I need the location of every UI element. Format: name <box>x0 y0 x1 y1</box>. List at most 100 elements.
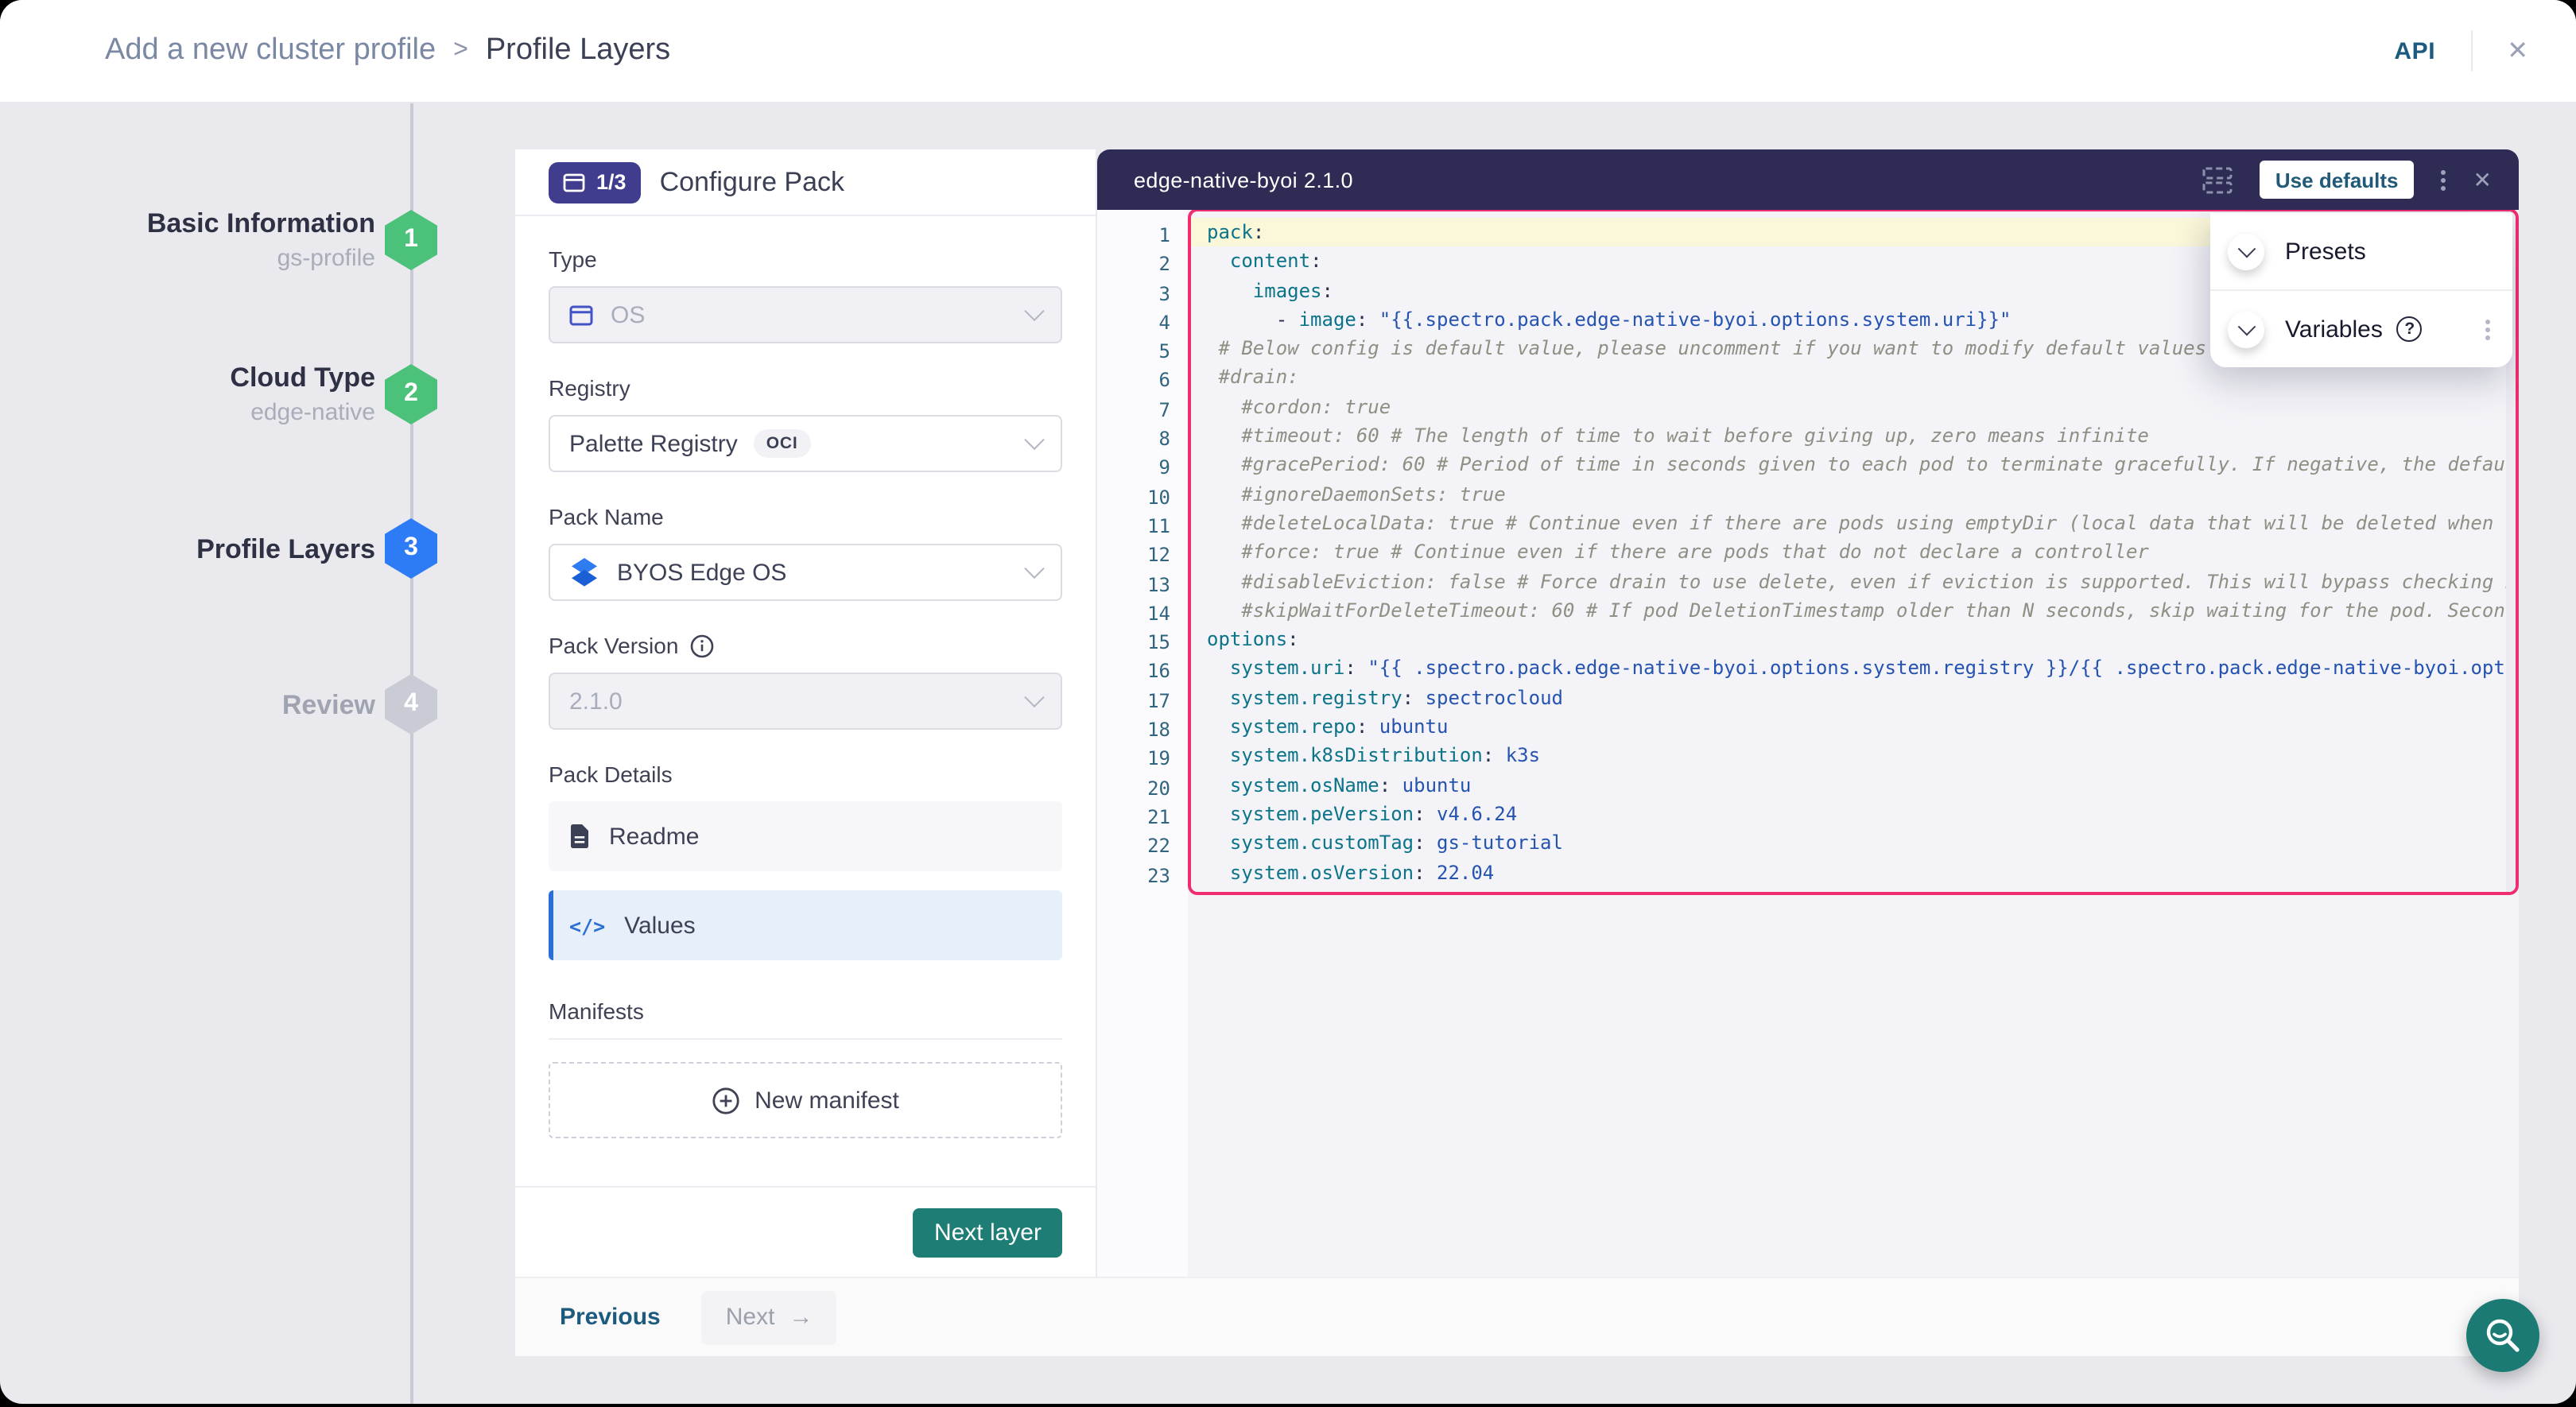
line-number: 13 <box>1097 570 1188 599</box>
code-line[interactable]: system.repo: ubuntu <box>1191 712 2516 742</box>
editor-header: edge-native-byoi 2.1.0 Use defaults ✕ <box>1097 149 2519 210</box>
step-label: Basic Information <box>147 205 375 242</box>
values-tab[interactable]: </> Values <box>549 890 1062 960</box>
api-link[interactable]: API <box>2394 37 2435 64</box>
use-defaults-button[interactable]: Use defaults <box>2260 161 2415 199</box>
stepper-line <box>410 103 413 1404</box>
editor-title: edge-native-byoi 2.1.0 <box>1134 168 1353 192</box>
help-question-icon[interactable]: ? <box>2397 316 2423 342</box>
type-label: Type <box>549 246 1062 272</box>
configure-pack-body: Type OS Registry Palette Registry OCI Pa… <box>515 216 1096 1186</box>
close-icon[interactable]: ✕ <box>2507 35 2528 67</box>
line-number: 1 <box>1097 221 1188 250</box>
line-number: 19 <box>1097 745 1188 774</box>
line-number: 8 <box>1097 424 1188 454</box>
search-fab[interactable] <box>2466 1299 2539 1372</box>
chevron-down-icon[interactable] <box>2228 233 2264 269</box>
pack-version-select[interactable]: 2.1.0 <box>549 672 1062 730</box>
pack-name-value: BYOS Edge OS <box>617 559 786 586</box>
code-line[interactable]: system.peVersion: v4.6.24 <box>1191 800 2516 829</box>
previous-button[interactable]: Previous <box>560 1304 661 1331</box>
line-number: 23 <box>1097 861 1188 890</box>
breadcrumb-parent[interactable]: Add a new cluster profile <box>105 33 436 68</box>
code-line[interactable]: #cordon: true <box>1191 393 2516 422</box>
pack-version-label: Pack Version <box>549 633 1062 658</box>
line-number: 11 <box>1097 512 1188 541</box>
code-line[interactable]: options: <box>1191 625 2516 654</box>
code-icon: </> <box>569 913 605 937</box>
breadcrumb-separator-icon: > <box>453 37 468 65</box>
code-line[interactable]: #timeout: 60 # The length of time to wai… <box>1191 421 2516 451</box>
line-number: 9 <box>1097 454 1188 483</box>
manifests-label: Manifests <box>549 998 1062 1024</box>
code-line[interactable]: #drain: <box>1191 363 2516 393</box>
next-button[interactable]: Next → <box>702 1290 837 1344</box>
pack-version-label-text: Pack Version <box>549 633 678 658</box>
variables-row[interactable]: Variables ? <box>2210 289 2512 367</box>
code-line[interactable]: #disableEviction: false # Force drain to… <box>1191 567 2516 596</box>
line-number: 21 <box>1097 803 1188 832</box>
code-line[interactable]: system.uri: "{{ .spectro.pack.edge-nativ… <box>1191 654 2516 684</box>
presets-variables-panel: Presets Variables ? <box>2210 213 2512 367</box>
line-number: 17 <box>1097 687 1188 716</box>
oci-badge: OCI <box>754 429 811 458</box>
pack-name-select[interactable]: BYOS Edge OS <box>549 544 1062 601</box>
breadcrumb-current: Profile Layers <box>486 33 670 68</box>
next-layer-button[interactable]: Next layer <box>914 1207 1062 1257</box>
line-number: 20 <box>1097 773 1188 803</box>
chevron-down-icon <box>1024 687 1044 707</box>
chevron-down-icon <box>1024 558 1044 578</box>
stepper-step[interactable]: Profile Layers3 <box>0 518 464 579</box>
presets-label: Presets <box>2285 238 2366 265</box>
line-number: 12 <box>1097 541 1188 571</box>
diff-view-icon[interactable] <box>2202 166 2233 193</box>
code-line[interactable]: #ignoreDaemonSets: true <box>1191 479 2516 509</box>
line-number: 7 <box>1097 396 1188 425</box>
code-line[interactable]: #skipWaitForDeleteTimeout: 60 # If pod D… <box>1191 596 2516 626</box>
presets-row[interactable]: Presets <box>2210 213 2512 289</box>
line-number: 6 <box>1097 366 1188 396</box>
code-line[interactable]: #force: true # Continue even if there ar… <box>1191 538 2516 568</box>
code-line[interactable]: system.k8sDistribution: k3s <box>1191 742 2516 771</box>
line-number: 5 <box>1097 337 1188 366</box>
configure-pack-footer: Next layer <box>515 1186 1096 1277</box>
registry-select[interactable]: Palette Registry OCI <box>549 415 1062 472</box>
code-line[interactable]: system.registry: spectrocloud <box>1191 684 2516 713</box>
values-tab-label: Values <box>624 912 696 939</box>
variables-label: Variables <box>2285 316 2383 343</box>
chevron-down-icon <box>1024 300 1044 320</box>
line-number: 10 <box>1097 483 1188 512</box>
code-line[interactable]: system.customTag: gs-tutorial <box>1191 828 2516 858</box>
kebab-menu-icon[interactable] <box>2442 177 2446 182</box>
kebab-menu-icon[interactable] <box>2485 327 2490 331</box>
editor-gutter: 1234567891011121314151617181920212223 <box>1097 210 1188 1277</box>
app-window: Add a new cluster profile > Profile Laye… <box>0 0 2576 1404</box>
line-number: 4 <box>1097 308 1188 338</box>
new-manifest-label: New manifest <box>755 1087 899 1114</box>
chevron-down-icon[interactable] <box>2228 311 2264 347</box>
editor-close-icon[interactable]: ✕ <box>2473 166 2492 193</box>
search-icon <box>2484 1316 2522 1355</box>
next-button-label: Next <box>726 1304 775 1331</box>
new-manifest-button[interactable]: New manifest <box>549 1062 1062 1138</box>
step-sub-label: gs-profile <box>147 242 375 275</box>
byos-pack-icon <box>569 558 599 587</box>
info-icon[interactable] <box>689 634 713 657</box>
stepper-step[interactable]: Basic Informationgs-profile1 <box>0 210 464 270</box>
registry-label: Registry <box>549 375 1062 401</box>
code-line[interactable]: #deleteLocalData: true # Continue even i… <box>1191 509 2516 538</box>
code-line[interactable]: #gracePeriod: 60 # Period of time in sec… <box>1191 451 2516 480</box>
stepper-step[interactable]: Review4 <box>0 674 464 735</box>
readme-tab[interactable]: Readme <box>549 801 1062 871</box>
type-select[interactable]: OS <box>549 286 1062 343</box>
step-number-badge: 4 <box>385 674 437 735</box>
step-count-label: 1/3 <box>596 170 627 194</box>
step-number-badge: 1 <box>385 210 437 270</box>
line-number: 22 <box>1097 831 1188 861</box>
step-label: Cloud Type <box>230 359 375 396</box>
line-number: 18 <box>1097 715 1188 745</box>
code-line[interactable]: system.osName: ubuntu <box>1191 770 2516 800</box>
stepper-step[interactable]: Cloud Typeedge-native2 <box>0 364 464 424</box>
line-number: 16 <box>1097 657 1188 687</box>
code-line[interactable]: system.osVersion: 22.04 <box>1191 858 2516 887</box>
